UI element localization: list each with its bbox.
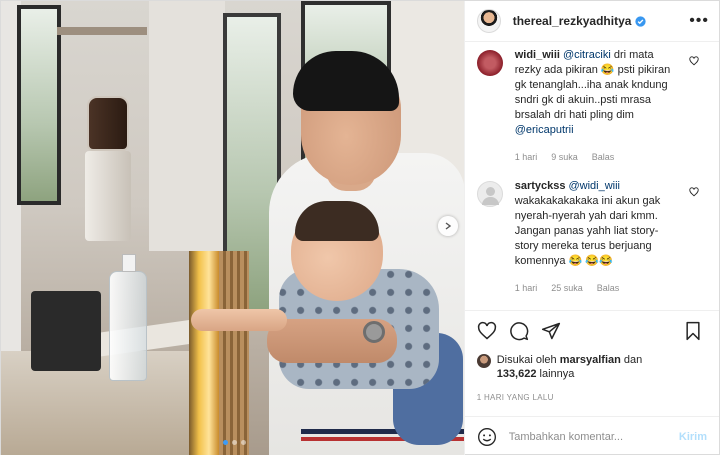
instagram-post: thereal_rezkyadhitya ••• widi_wiii @citra… [0,0,720,455]
liked-by-text: Disukai oleh marsyalfian dan 133,622 lai… [497,353,643,381]
comment-like-heart-icon[interactable] [689,187,699,197]
comment-mention[interactable]: @ericaputrii [515,124,574,136]
comment-likes[interactable]: 9 suka [551,150,578,165]
save-bookmark-icon[interactable] [683,321,703,341]
comment-reply-button[interactable]: Balas [592,150,615,165]
author-avatar[interactable] [476,9,501,33]
post-sidebar: thereal_rezkyadhitya ••• widi_wiii @citra… [463,1,719,455]
photo-baby-hair [295,201,379,241]
comment-like-heart-icon[interactable] [689,56,699,66]
comment-item: widi_wiii @citraciki dri mata rezky ada p… [476,48,707,165]
post-header: thereal_rezkyadhitya ••• [464,1,719,42]
commenter-avatar[interactable] [476,50,503,76]
photo-machine [31,291,101,371]
post-actions: Disukai oleh marsyalfian dan 133,622 lai… [464,310,719,402]
carousel-dot [223,440,228,445]
post-timestamp[interactable]: 1 HARI YANG LALU [477,393,707,402]
comment-username[interactable]: sartyckss [515,180,566,192]
emoji-smiley-icon[interactable] [477,427,497,447]
photo-coffee-grinder [81,96,135,246]
comment-input[interactable] [508,430,679,443]
add-comment-bar: Kirim [464,416,719,455]
photo-watch [363,321,385,343]
carousel-dot [232,440,237,445]
comment-text: wakakakakakaka ini akun gak nyerah-nyera… [514,195,661,267]
photo-column [149,1,225,251]
more-options-icon[interactable]: ••• [689,13,709,29]
liker-avatar[interactable] [476,354,491,368]
carousel-indicator [223,440,246,445]
share-paper-plane-icon[interactable] [541,321,561,341]
comment-body: sartyckss @widi_wiii wakakakakakaka ini a… [515,179,675,296]
post-photo[interactable] [1,1,464,455]
comment-reply-button[interactable]: Balas [597,281,620,296]
photo-bottle [109,254,147,381]
comment-meta: 1 hari 25 suka Balas [515,281,675,296]
photo-shelf [57,27,147,35]
photo-wood-slats [219,251,249,455]
comment-time[interactable]: 1 hari [515,281,538,296]
photo-baby-arm [191,309,287,331]
liked-by-user[interactable]: marsyalfian [560,354,621,366]
liked-by-count[interactable]: 133,622 [497,368,537,380]
liked-by-middle: dan [620,354,643,366]
comment-mention[interactable]: @citraciki [563,49,611,61]
author-username[interactable]: thereal_rezkyadhitya [513,14,632,28]
action-icons-row [477,319,707,343]
comment-mention[interactable]: @widi_wiii [568,180,620,192]
liked-by: Disukai oleh marsyalfian dan 133,622 lai… [476,353,707,381]
liked-by-suffix: lainnya [536,368,575,380]
comment-meta: 1 hari 9 suka Balas [515,150,675,165]
comment-item: sartyckss @widi_wiii wakakakakakaka ini a… [476,179,707,296]
commenter-avatar[interactable] [476,181,503,207]
liked-by-prefix: Disukai oleh [496,354,560,366]
post-comment-button[interactable]: Kirim [679,431,707,443]
carousel-next-button[interactable] [438,216,458,236]
comment-bubble-icon[interactable] [509,321,529,341]
chevron-right-icon [445,222,452,230]
comments-list: widi_wiii @citraciki dri mata rezky ada p… [465,42,719,310]
comment-body: widi_wiii @citraciki dri mata rezky ada p… [515,48,675,165]
comment-username[interactable]: widi_wiii [515,49,560,61]
carousel-dot [241,440,246,445]
photo-light-strip [189,251,219,455]
comment-likes[interactable]: 25 suka [551,281,583,296]
photo-window [17,5,61,205]
like-heart-icon[interactable] [477,321,497,341]
comment-time[interactable]: 1 hari [515,150,538,165]
verified-badge-icon [635,15,647,27]
